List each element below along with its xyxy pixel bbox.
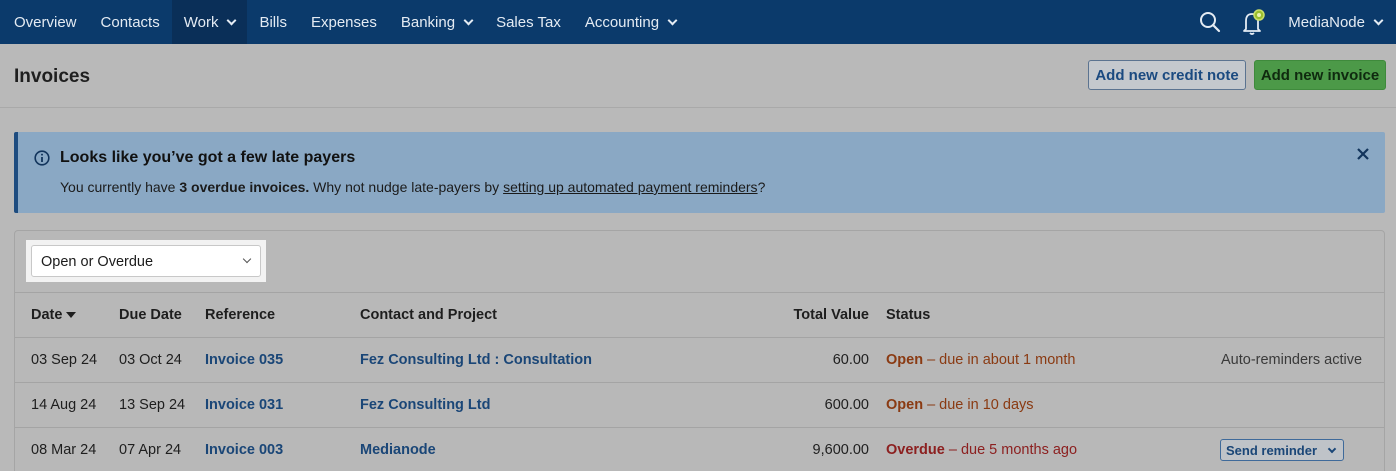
status-filter-value: Open or Overdue [41, 254, 154, 270]
nav-bills-label: Bills [259, 13, 287, 31]
chevron-down-icon [227, 15, 237, 25]
row-2-status-word: Open [886, 397, 924, 413]
row-3-status-detail: – due 5 months ago [944, 442, 1078, 458]
nav-work-label: Work [183, 13, 219, 31]
row-1-auto-reminders: Auto-reminders active [1221, 352, 1363, 368]
row-2-reference-link[interactable]: Invoice 031 [205, 397, 283, 413]
column-header-due-date[interactable]: Due Date [119, 307, 182, 323]
chevron-down-icon [242, 254, 252, 264]
chevron-down-icon [1327, 444, 1337, 453]
row-3-contact-link[interactable]: Medianode [360, 442, 436, 458]
column-header-date-label: Date [31, 307, 63, 323]
row-3-due-date: 07 Apr 24 [119, 442, 182, 458]
nav-contacts[interactable]: Contacts [89, 0, 172, 44]
row-1-date: 03 Sep 24 [31, 352, 98, 368]
row-3-date: 08 Mar 24 [31, 442, 97, 458]
nav-right: MediaNode [1188, 0, 1396, 44]
add-credit-note-button[interactable]: Add new credit note [1088, 60, 1246, 90]
nav-sales-tax-label: Sales Tax [496, 13, 561, 31]
status-filter-select[interactable]: Open or Overdue [31, 245, 261, 277]
top-nav: Overview Contacts Work Bills Expenses Ba… [0, 0, 1396, 44]
alert-title: Looks like you’ve got a few late payers [60, 149, 356, 166]
row-1-due-date: 03 Oct 24 [119, 352, 182, 368]
alert-text-after: ? [757, 179, 766, 195]
account-menu[interactable]: MediaNode [1276, 0, 1396, 44]
nav-contacts-label: Contacts [100, 13, 160, 31]
column-header-total[interactable]: Total Value [749, 307, 869, 323]
row-1-reference-link[interactable]: Invoice 035 [205, 352, 283, 368]
column-header-date[interactable]: Date [31, 307, 77, 323]
nav-accounting[interactable]: Accounting [573, 0, 688, 44]
bell-icon[interactable] [1232, 0, 1276, 44]
chevron-down-icon [667, 15, 678, 25]
nav-sales-tax[interactable]: Sales Tax [484, 0, 573, 44]
row-2-status-detail: – due in 10 days [923, 397, 1034, 413]
column-header-contact[interactable]: Contact and Project [360, 307, 497, 323]
divider [15, 382, 1384, 383]
send-reminder-button[interactable]: Send reminder [1220, 439, 1344, 461]
send-reminder-label: Send reminder [1226, 442, 1318, 458]
nav-banking[interactable]: Banking [389, 0, 484, 44]
row-2-status: Open – due in 10 days [886, 397, 1034, 413]
row-2-date: 14 Aug 24 [31, 397, 97, 413]
alert-overdue-count: 3 overdue invoices. [179, 179, 310, 195]
account-name: MediaNode [1288, 13, 1365, 31]
row-1-status-word: Open [886, 352, 924, 368]
alert-text-before: You currently have [60, 179, 180, 195]
row-1-status: Open – due in about 1 month [886, 352, 1075, 368]
status-filter: Open or Overdue [26, 240, 266, 282]
divider [15, 292, 1384, 293]
nav-overview-label: Overview [14, 13, 77, 31]
row-1-contact-link[interactable]: Fez Consulting Ltd : Consultation [360, 352, 592, 368]
close-icon[interactable] [1355, 146, 1371, 162]
nav-expenses[interactable]: Expenses [299, 0, 389, 44]
row-3-status-word: Overdue [886, 442, 945, 458]
page-header: Invoices Add new credit note Add new inv… [0, 44, 1396, 108]
chevron-down-icon [1373, 15, 1384, 25]
column-header-reference[interactable]: Reference [205, 307, 275, 323]
search-icon[interactable] [1188, 0, 1232, 44]
nav-expenses-label: Expenses [310, 13, 377, 31]
column-header-status[interactable]: Status [886, 307, 930, 323]
payment-reminders-link[interactable]: setting up automated payment reminders [503, 179, 757, 195]
row-3-total: 9,600.00 [812, 442, 869, 458]
nav-bills[interactable]: Bills [247, 0, 299, 44]
chevron-down-icon [463, 15, 474, 25]
divider [15, 427, 1384, 428]
row-3-reference-link[interactable]: Invoice 003 [205, 442, 283, 458]
info-icon [34, 150, 50, 166]
sort-desc-icon [66, 312, 77, 319]
add-invoice-button[interactable]: Add new invoice [1254, 60, 1386, 90]
alert-text-middle: Why not nudge late-payers by [309, 179, 504, 195]
page-title: Invoices [14, 66, 91, 87]
divider [15, 337, 1384, 338]
row-3-status: Overdue – due 5 months ago [886, 442, 1077, 458]
nav-work[interactable]: Work [171, 0, 248, 44]
row-1-total: 60.00 [832, 352, 869, 368]
alert-message: You currently have 3 overdue invoices. W… [60, 179, 765, 195]
late-payers-alert: Looks like you’ve got a few late payers … [14, 132, 1385, 213]
row-2-due-date: 13 Sep 24 [119, 397, 186, 413]
row-2-contact-link[interactable]: Fez Consulting Ltd [360, 397, 490, 413]
row-1-status-detail: – due in about 1 month [923, 352, 1076, 368]
nav-accounting-label: Accounting [584, 13, 660, 31]
nav-banking-label: Banking [400, 13, 456, 31]
nav-overview[interactable]: Overview [0, 0, 89, 44]
row-2-total: 600.00 [824, 397, 869, 413]
